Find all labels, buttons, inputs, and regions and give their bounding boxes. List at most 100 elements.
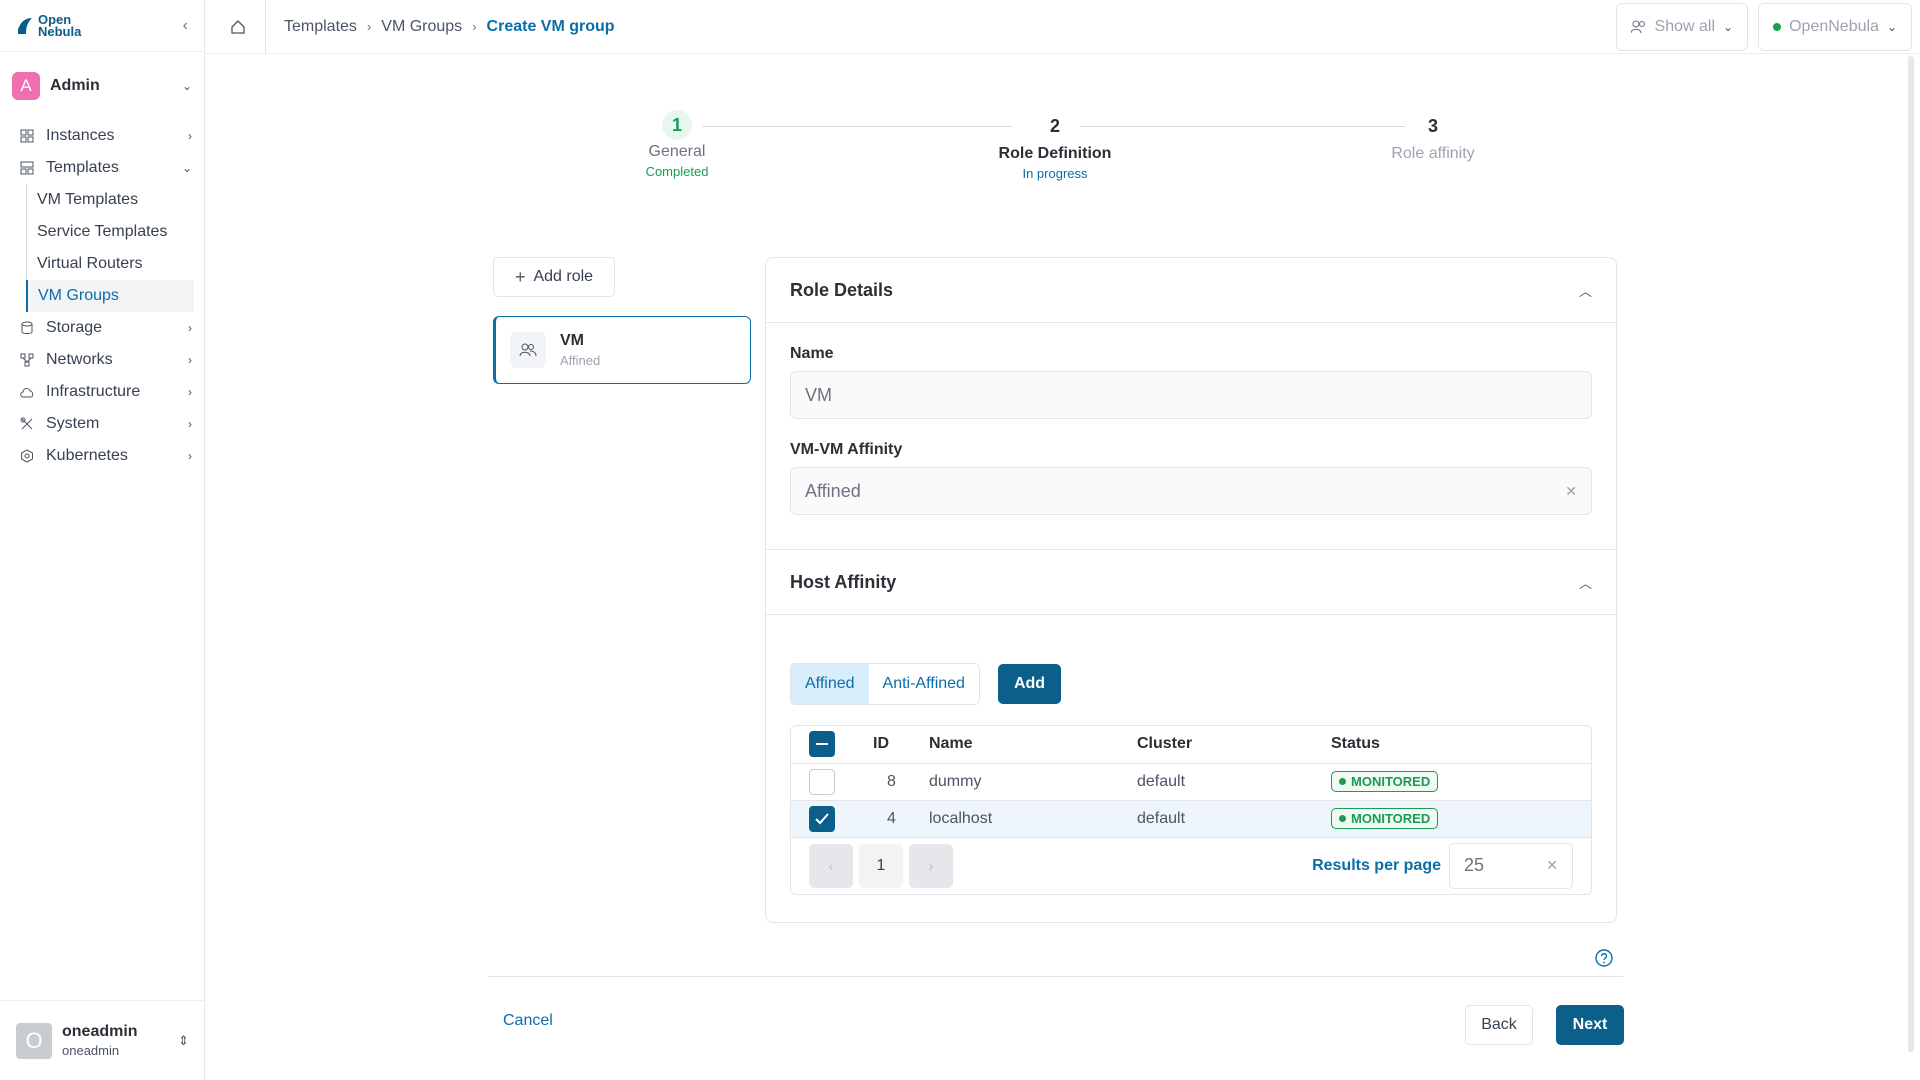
- help-icon[interactable]: [1594, 948, 1614, 968]
- prev-page-button[interactable]: ‹: [809, 843, 853, 888]
- sidebar-subitem-service-templates[interactable]: Service Templates: [27, 216, 204, 248]
- user-name: oneadmin: [62, 1023, 138, 1040]
- host-affinity-header[interactable]: Host Affinity ︿: [766, 550, 1616, 615]
- users-icon: [510, 332, 546, 368]
- chevron-down-icon: ⌄: [1723, 19, 1734, 34]
- chevron-left-icon: ‹: [828, 857, 834, 874]
- sidebar-item-networks[interactable]: Networks ›: [0, 344, 204, 376]
- column-status[interactable]: Status: [1331, 726, 1591, 764]
- hosts-table: ID Name Cluster Status 8 dummy default M…: [790, 725, 1592, 895]
- network-icon: [18, 351, 36, 369]
- cell-cluster: default: [1137, 763, 1331, 801]
- table-header-row: ID Name Cluster Status: [791, 726, 1591, 764]
- back-button[interactable]: Back: [1465, 1005, 1533, 1045]
- next-button[interactable]: Next: [1556, 1005, 1624, 1045]
- close-icon[interactable]: ✕: [1565, 483, 1577, 500]
- results-per-page-label: Results per page: [1312, 856, 1441, 874]
- zone-dropdown[interactable]: OpenNebula ⌄: [1758, 2, 1912, 51]
- tab-affined[interactable]: Affined: [791, 664, 869, 704]
- sidebar-item-label: Templates: [46, 159, 119, 176]
- breadcrumb-vm-groups[interactable]: VM Groups: [381, 18, 462, 36]
- cell-id: 8: [873, 763, 929, 801]
- table-row[interactable]: 4 localhost default MONITORED: [791, 800, 1591, 838]
- breadcrumb-templates[interactable]: Templates: [284, 18, 357, 36]
- table-row[interactable]: 8 dummy default MONITORED: [791, 763, 1591, 801]
- step-role-affinity[interactable]: 3 Role affinity: [1353, 110, 1513, 163]
- user-menu[interactable]: O oneadmin oneadmin ⇕: [0, 1000, 205, 1080]
- sidebar-item-storage[interactable]: Storage ›: [0, 312, 204, 344]
- breadcrumb-create-vm-group: Create VM group: [486, 17, 615, 35]
- group-selector[interactable]: A Admin ⌄: [0, 52, 204, 120]
- chevron-right-icon: ›: [188, 385, 192, 399]
- step-role-definition[interactable]: 2 Role Definition In progress: [975, 110, 1135, 182]
- topbar: Templates › VM Groups › Create VM group …: [205, 0, 1920, 54]
- sidebar: Open Nebula ‹ A Admin ⌄ Instances › Temp…: [0, 0, 205, 1080]
- next-page-button[interactable]: ›: [909, 843, 953, 888]
- chevron-down-icon: ⌄: [1886, 19, 1897, 34]
- show-all-dropdown[interactable]: Show all ⌄: [1615, 2, 1749, 51]
- vm-vm-affinity-select[interactable]: Affined ✕: [790, 467, 1592, 515]
- group-label: Admin: [50, 77, 100, 94]
- add-role-label: Add role: [533, 268, 594, 285]
- sidebar-item-kubernetes[interactable]: Kubernetes ›: [0, 440, 204, 472]
- chevron-right-icon: ›: [188, 449, 192, 463]
- cancel-button[interactable]: Cancel: [503, 1012, 553, 1030]
- home-icon[interactable]: [223, 12, 253, 42]
- chevron-right-icon: ›: [188, 129, 192, 143]
- close-icon[interactable]: ✕: [1546, 857, 1558, 874]
- step-title: Role Definition: [998, 145, 1112, 162]
- status-text: MONITORED: [1351, 774, 1431, 789]
- name-label: Name: [790, 345, 834, 362]
- sidebar-item-templates[interactable]: Templates ⌄: [0, 152, 204, 184]
- tab-anti-affined[interactable]: Anti-Affined: [868, 664, 979, 704]
- add-host-button[interactable]: Add: [997, 664, 1062, 704]
- chevron-up-icon: ︿: [1578, 283, 1592, 299]
- kubernetes-icon: [18, 447, 36, 465]
- step-general[interactable]: 1 General Completed: [597, 110, 757, 179]
- column-id[interactable]: ID: [873, 726, 929, 764]
- step-number: 3: [1427, 115, 1438, 136]
- opennebula-logo[interactable]: Open Nebula: [16, 13, 81, 38]
- chevron-down-icon: ⌄: [181, 161, 192, 175]
- cell-name: localhost: [929, 800, 1137, 838]
- name-field[interactable]: VM: [790, 371, 1592, 419]
- role-card-vm[interactable]: VM Affined: [493, 316, 751, 384]
- affinity-label: VM-VM Affinity: [790, 441, 903, 458]
- column-name[interactable]: Name: [929, 726, 1137, 764]
- logo-row: Open Nebula ‹: [0, 0, 204, 52]
- sidebar-subitem-vm-groups[interactable]: VM Groups: [26, 280, 194, 312]
- collapse-sidebar-icon[interactable]: ‹: [183, 17, 188, 35]
- results-per-page-select[interactable]: 25 ✕: [1449, 842, 1573, 889]
- template-icon: [18, 159, 36, 177]
- results-per-page-value: 25: [1464, 855, 1485, 875]
- column-cluster[interactable]: Cluster: [1137, 726, 1331, 764]
- pagination: ‹ 1 › Results per page 25 ✕: [791, 838, 1591, 894]
- sidebar-subitem-virtual-routers[interactable]: Virtual Routers: [27, 248, 204, 280]
- sidebar-item-instances[interactable]: Instances ›: [0, 120, 204, 152]
- add-role-button[interactable]: + Add role: [493, 257, 615, 297]
- row-checkbox[interactable]: [809, 805, 835, 832]
- step-number: 1: [662, 110, 692, 140]
- affinity-toggle: Affined Anti-Affined: [790, 663, 980, 705]
- step-title: General: [648, 143, 706, 160]
- status-text: MONITORED: [1351, 811, 1431, 826]
- role-details-header[interactable]: Role Details ︿: [766, 258, 1616, 323]
- page-number[interactable]: 1: [859, 843, 903, 888]
- avatar: O: [16, 1022, 52, 1059]
- chevron-right-icon: ›: [928, 857, 934, 874]
- logo-icon: [18, 17, 32, 34]
- chevron-right-icon: ›: [188, 321, 192, 335]
- chevron-right-icon: ›: [188, 353, 192, 367]
- step-title: Role affinity: [1391, 145, 1475, 162]
- sidebar-item-system[interactable]: System ›: [0, 408, 204, 440]
- tools-icon: [18, 415, 36, 433]
- divider: [488, 976, 1623, 977]
- select-all-checkbox[interactable]: [809, 731, 835, 758]
- sidebar-item-infrastructure[interactable]: Infrastructure ›: [0, 376, 204, 408]
- plus-icon: +: [514, 266, 526, 287]
- database-icon: [18, 319, 36, 337]
- scrollbar[interactable]: [1908, 56, 1914, 1052]
- chevron-right-icon: ›: [188, 417, 192, 431]
- sidebar-subitem-vm-templates[interactable]: VM Templates: [27, 184, 204, 216]
- row-checkbox[interactable]: [809, 768, 835, 795]
